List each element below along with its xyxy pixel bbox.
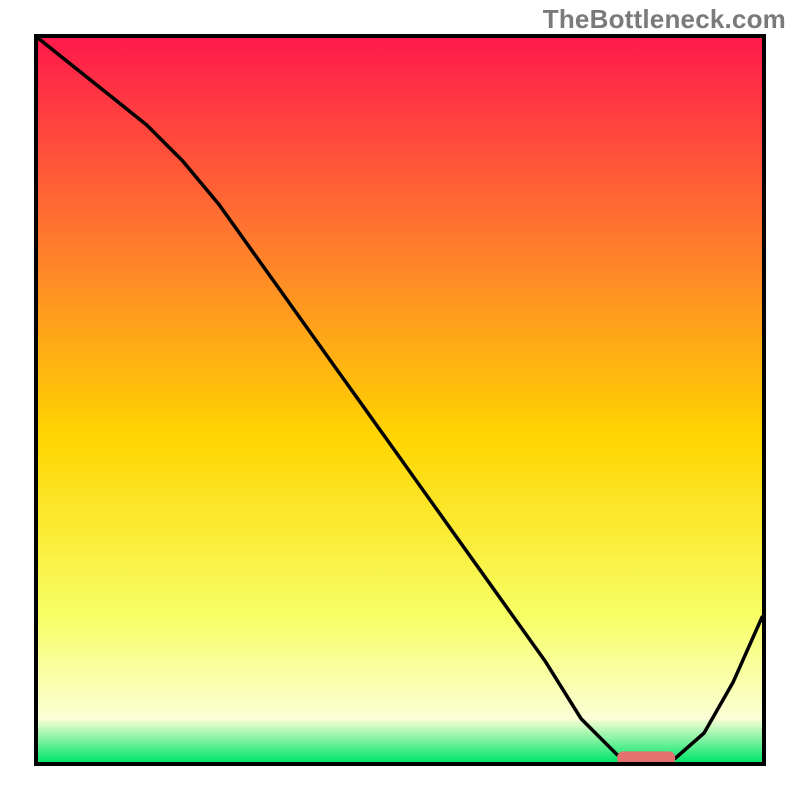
bottleneck-chart: [38, 38, 762, 762]
chart-frame: TheBottleneck.com: [0, 0, 800, 800]
optimal-marker: [617, 751, 675, 762]
watermark-text: TheBottleneck.com: [543, 4, 786, 35]
plot-area: [38, 38, 762, 762]
gradient-background: [38, 38, 762, 762]
